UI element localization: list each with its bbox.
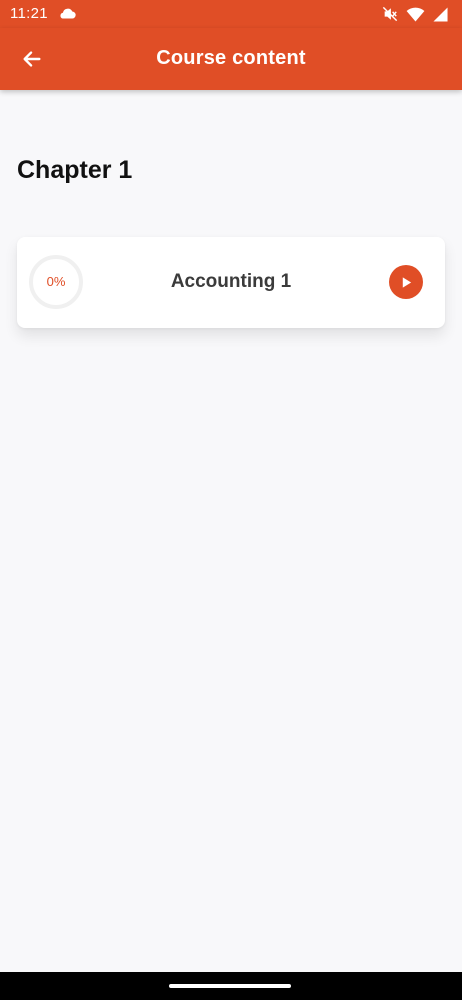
mute-icon: [382, 6, 398, 22]
page-title: Course content: [156, 47, 306, 69]
play-button[interactable]: [389, 265, 423, 299]
home-indicator[interactable]: [169, 984, 291, 988]
wifi-icon: [406, 7, 425, 22]
signal-icon: [433, 6, 448, 22]
progress-percent: 0%: [46, 274, 66, 289]
arrow-left-icon: [23, 51, 41, 67]
app-bar: Course content: [0, 28, 462, 90]
lesson-title: Accounting 1: [170, 271, 292, 292]
play-icon: [402, 276, 411, 288]
lesson-card[interactable]: 0% Accounting 1: [17, 237, 445, 328]
status-time: 11:21: [10, 5, 48, 22]
cloud-icon: [60, 8, 76, 19]
progress-ring: 0%: [28, 254, 84, 310]
status-bar: 11:21: [0, 0, 462, 28]
back-button[interactable]: [16, 43, 48, 75]
chapter-title: Chapter 1: [17, 156, 133, 184]
status-icons: [382, 5, 448, 23]
system-navigation-bar: [0, 972, 462, 1000]
